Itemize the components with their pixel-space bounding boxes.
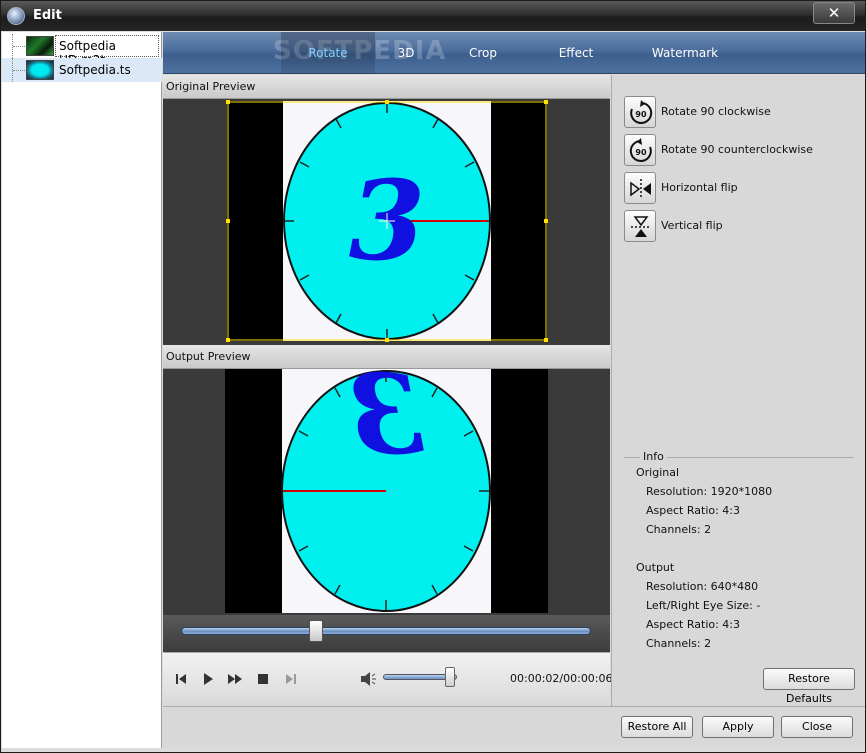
output-preview-header: Output Preview bbox=[163, 345, 610, 369]
file-name: Softpedia.ts bbox=[59, 63, 131, 77]
restore-all-button[interactable]: Restore All bbox=[621, 716, 693, 738]
tab-effect[interactable]: Effect bbox=[543, 32, 609, 74]
original-preview-frame: 3 bbox=[163, 99, 610, 344]
close-button[interactable]: Close bbox=[781, 716, 853, 738]
output-preview: 3 bbox=[163, 369, 610, 615]
info-group: Info Original Resolution: 1920*1080 Aspe… bbox=[624, 450, 854, 650]
info-output-eye-size: Left/Right Eye Size: - bbox=[646, 599, 761, 612]
app-globe-icon bbox=[7, 7, 25, 25]
skip-back-icon[interactable] bbox=[172, 671, 190, 687]
seek-track[interactable] bbox=[181, 627, 591, 635]
horizontal-flip-button[interactable] bbox=[624, 172, 656, 204]
preview-column: Original Preview 3 Output Preview 3 bbox=[163, 75, 610, 706]
fast-forward-icon[interactable] bbox=[226, 671, 244, 687]
title-bar: Edit ✕ bbox=[1, 1, 865, 31]
info-original-channels: Channels: 2 bbox=[646, 523, 712, 536]
original-preview: 3 bbox=[163, 99, 610, 344]
play-icon[interactable] bbox=[199, 671, 217, 687]
horizontal-flip-row[interactable]: Horizontal flip bbox=[624, 172, 854, 204]
info-output-heading: Output bbox=[636, 561, 675, 574]
info-output-aspect: Aspect Ratio: 4:3 bbox=[646, 618, 741, 631]
restore-defaults-button[interactable]: Restore Defaults bbox=[763, 668, 855, 705]
info-original-heading: Original bbox=[636, 466, 680, 479]
playback-controls: 00:00:02/00:00:06 bbox=[163, 652, 613, 706]
volume-handle[interactable] bbox=[444, 667, 455, 687]
volume-icon[interactable] bbox=[359, 671, 377, 687]
vertical-flip-button[interactable] bbox=[624, 210, 656, 242]
tab-rotate[interactable]: Rotate bbox=[281, 32, 375, 74]
seek-bar-area bbox=[163, 615, 610, 652]
clock-numeral-mirrored: 3 bbox=[348, 369, 425, 479]
file-item-hd[interactable]: Softpedia HD.m2t bbox=[2, 34, 162, 67]
horizontal-flip-label: Horizontal flip bbox=[661, 181, 738, 194]
tab-crop[interactable]: Crop bbox=[453, 32, 513, 74]
info-output-channels: Channels: 2 bbox=[646, 637, 712, 650]
info-output-resolution: Resolution: 640*480 bbox=[646, 580, 759, 593]
rotate-options-panel: 90 Rotate 90 clockwise 90 Rotate 90 coun… bbox=[611, 75, 865, 706]
rotate-cw-icon: 90 bbox=[630, 100, 653, 124]
tree-connector bbox=[12, 58, 25, 82]
flip-vertical-icon bbox=[631, 216, 651, 237]
vertical-flip-label: Vertical flip bbox=[661, 219, 723, 232]
rotate-cw-label: Rotate 90 clockwise bbox=[661, 105, 771, 118]
skip-forward-icon[interactable] bbox=[282, 671, 300, 687]
apply-button[interactable]: Apply bbox=[702, 716, 774, 738]
stop-icon[interactable] bbox=[254, 671, 272, 687]
rotate-cw-row[interactable]: 90 Rotate 90 clockwise bbox=[624, 96, 854, 128]
seek-handle[interactable] bbox=[309, 620, 324, 642]
rotate-ccw-button[interactable]: 90 bbox=[624, 134, 656, 166]
edit-tab-bar: SOFTPEDIA Rotate 3D Crop Effect Watermar… bbox=[163, 32, 865, 74]
vertical-flip-row[interactable]: Vertical flip bbox=[624, 210, 854, 242]
rotate-ccw-icon: 90 bbox=[629, 138, 652, 162]
file-item-ts[interactable]: Softpedia.ts bbox=[2, 58, 162, 82]
rotate-ccw-label: Rotate 90 counterclockwise bbox=[661, 143, 813, 156]
info-original-aspect: Aspect Ratio: 4:3 bbox=[646, 504, 741, 517]
tab-3d[interactable]: 3D bbox=[381, 32, 431, 74]
tree-connector bbox=[12, 34, 25, 58]
output-preview-frame: 3 bbox=[163, 369, 610, 615]
info-original-resolution: Resolution: 1920*1080 bbox=[646, 485, 773, 498]
edit-window: Edit ✕ Softpedia HD.m2t Softpedia.ts SOF… bbox=[0, 0, 866, 753]
file-thumbnail bbox=[26, 60, 54, 80]
rotate-ccw-row[interactable]: 90 Rotate 90 counterclockwise bbox=[624, 134, 854, 166]
svg-text:90: 90 bbox=[635, 110, 647, 119]
svg-text:90: 90 bbox=[635, 148, 647, 157]
file-list: Softpedia HD.m2t Softpedia.ts bbox=[2, 32, 162, 748]
dialog-button-bar: Restore All Apply Close bbox=[163, 706, 865, 748]
file-thumbnail bbox=[26, 36, 54, 56]
window-title: Edit bbox=[33, 8, 62, 23]
info-legend: Info bbox=[640, 450, 667, 463]
rotate-cw-button[interactable]: 90 bbox=[624, 96, 656, 128]
flip-horizontal-icon bbox=[630, 179, 651, 199]
original-preview-header: Original Preview bbox=[163, 75, 610, 99]
window-close-button[interactable]: ✕ bbox=[813, 2, 855, 24]
tab-watermark[interactable]: Watermark bbox=[643, 32, 727, 74]
playback-time: 00:00:02/00:00:06 bbox=[510, 672, 613, 685]
